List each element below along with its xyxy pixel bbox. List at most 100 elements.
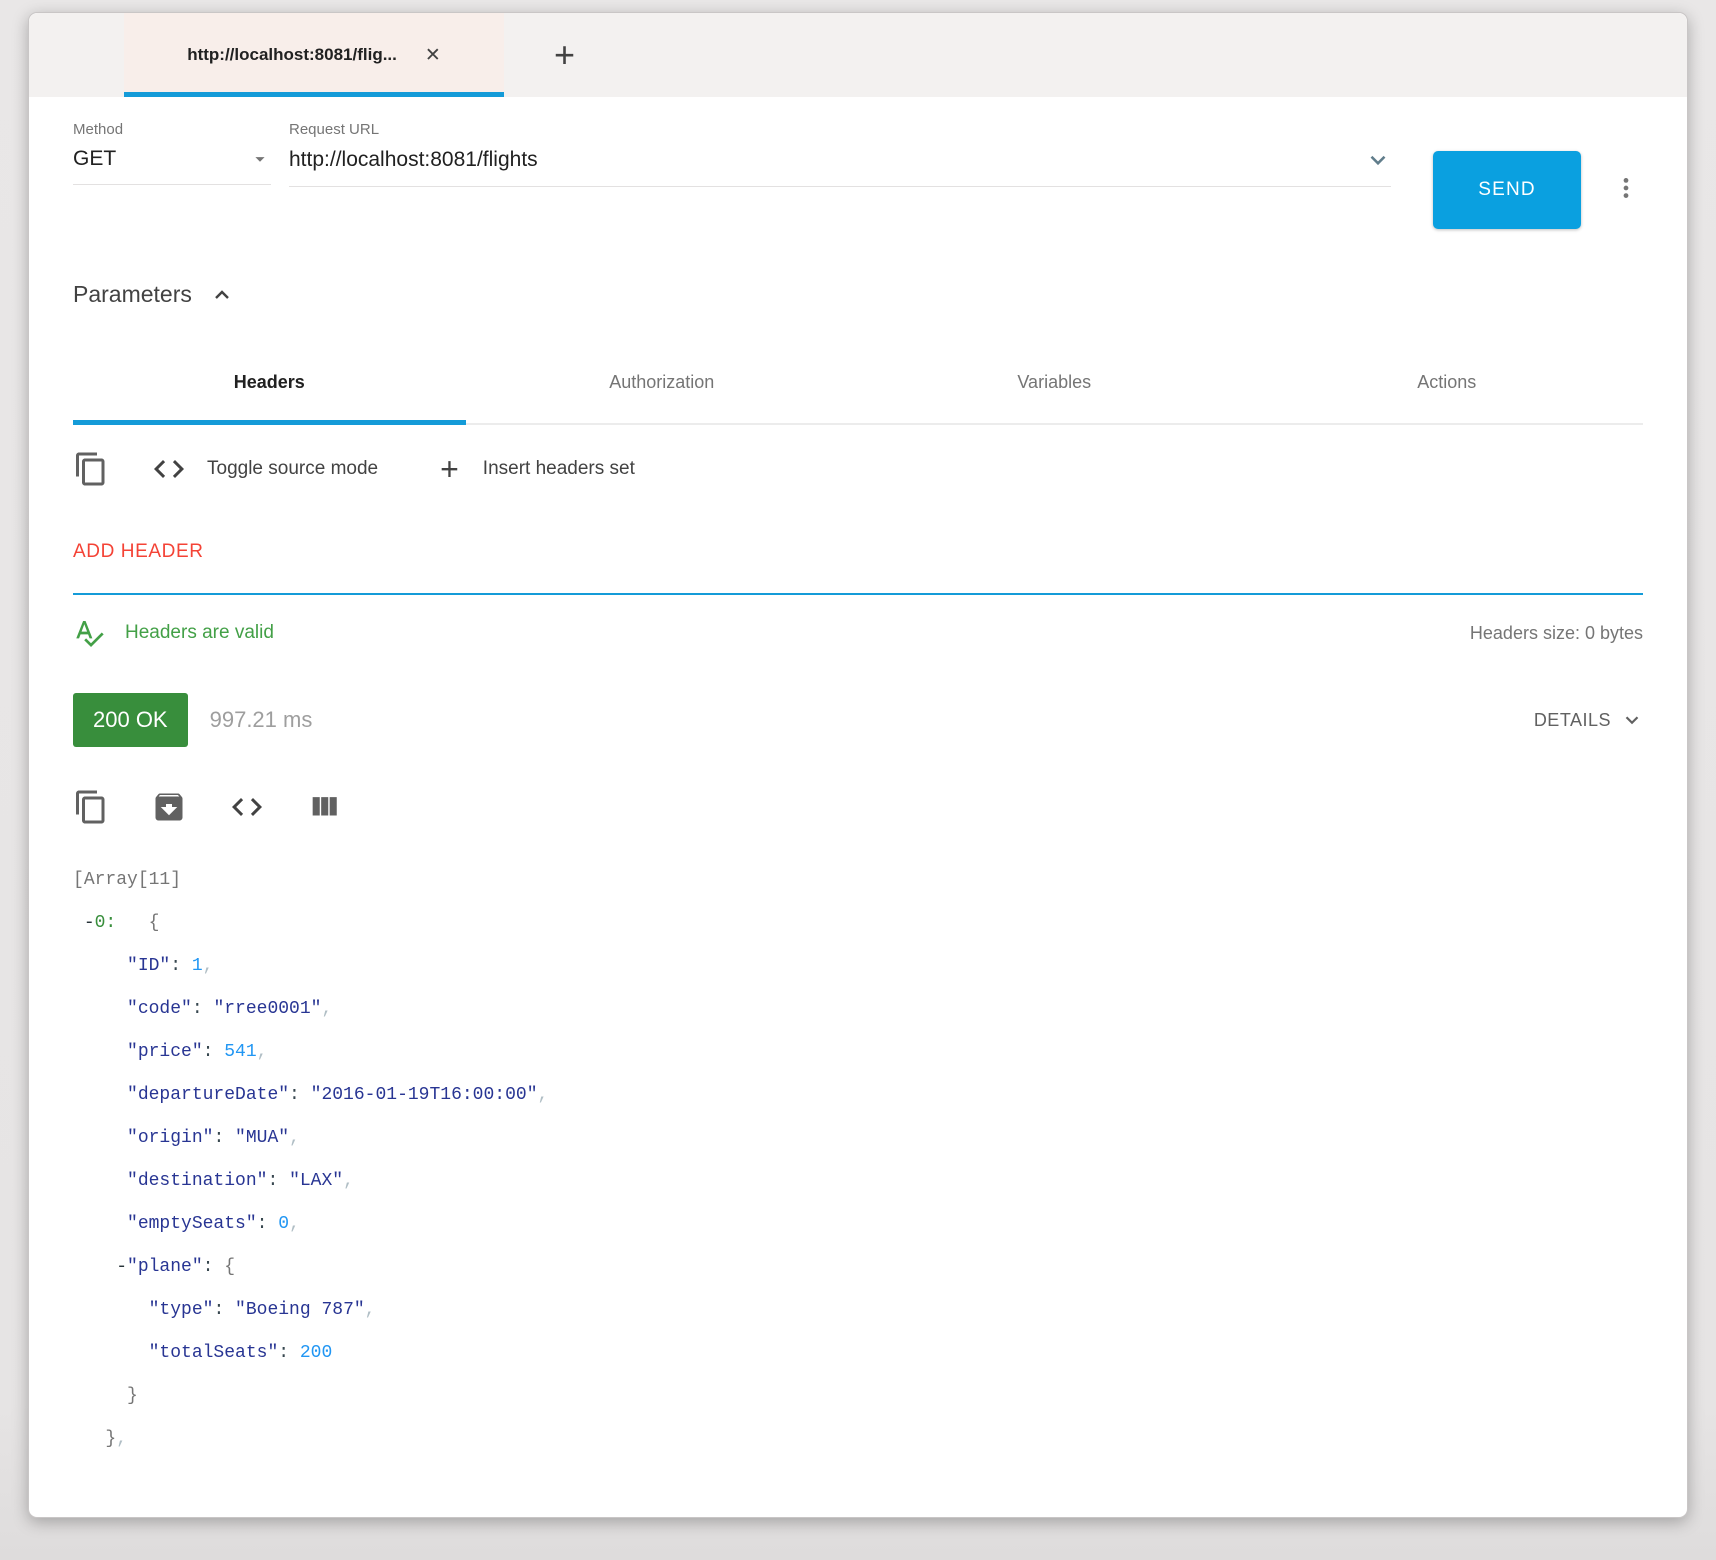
- json-key: "plane": [127, 1257, 203, 1277]
- json-punctuation: {: [149, 913, 160, 933]
- copy-headers-button[interactable]: [73, 451, 109, 487]
- url-label: Request URL: [289, 121, 1391, 138]
- json-collapse-toggle[interactable]: -: [116, 1257, 127, 1277]
- copy-icon: [73, 451, 109, 487]
- response-body: [Array[11] -0: { "ID": 1, "code": "rree0…: [29, 825, 1687, 1473]
- json-punctuation: :: [192, 999, 214, 1019]
- json-punctuation: :: [203, 1257, 225, 1277]
- json-punctuation: ,: [257, 1042, 268, 1062]
- table-view-button[interactable]: [307, 790, 341, 824]
- json-punctuation: [116, 913, 148, 933]
- json-string: "rree0001": [213, 999, 321, 1019]
- json-punctuation: ,: [538, 1085, 549, 1105]
- save-response-button[interactable]: [151, 789, 187, 825]
- parameters-section-header: Parameters: [73, 281, 1643, 308]
- json-key: "destination": [127, 1171, 267, 1191]
- spellcheck-icon: [73, 617, 105, 649]
- json-line: },: [73, 1418, 1643, 1461]
- json-punctuation: Array[11]: [84, 870, 181, 890]
- tab-authorization[interactable]: Authorization: [466, 364, 859, 423]
- request-tab[interactable]: http://localhost:8081/flig... ✕: [124, 13, 504, 97]
- json-punctuation: ,: [343, 1171, 354, 1191]
- json-line: "origin": "MUA",: [73, 1117, 1643, 1160]
- json-key: "ID": [127, 956, 170, 976]
- toggle-source-mode-button[interactable]: Toggle source mode: [151, 451, 378, 487]
- json-punctuation: :: [213, 1128, 235, 1148]
- json-punctuation: {: [224, 1257, 235, 1277]
- json-punctuation: ,: [365, 1300, 376, 1320]
- tab-actions[interactable]: Actions: [1251, 364, 1644, 423]
- json-string: "LAX": [289, 1171, 343, 1191]
- json-punctuation: ,: [203, 956, 214, 976]
- json-line: [Array[11]: [73, 859, 1643, 902]
- tab-title: http://localhost:8081/flig...: [187, 45, 397, 65]
- headers-divider: [73, 593, 1643, 595]
- headers-validation-row: Headers are valid Headers size: 0 bytes: [73, 617, 1643, 649]
- send-button[interactable]: SEND: [1433, 151, 1581, 229]
- chevron-down-icon[interactable]: [1365, 147, 1391, 173]
- details-label: DETAILS: [1534, 710, 1611, 731]
- json-punctuation: :: [170, 956, 192, 976]
- json-punctuation: :: [267, 1171, 289, 1191]
- add-header-button[interactable]: ADD HEADER: [73, 541, 204, 563]
- json-punctuation: [73, 1214, 127, 1234]
- json-punctuation: }: [105, 1429, 116, 1449]
- json-punctuation: ,: [321, 999, 332, 1019]
- json-number: 0: [278, 1214, 289, 1234]
- method-select[interactable]: Method GET: [73, 121, 271, 185]
- close-icon[interactable]: ✕: [425, 46, 441, 65]
- code-icon: [229, 789, 265, 825]
- method-label: Method: [73, 121, 271, 138]
- tab-variables[interactable]: Variables: [858, 364, 1251, 423]
- json-punctuation: :: [278, 1343, 300, 1363]
- json-punctuation: [73, 999, 127, 1019]
- json-string: "Boeing 787": [235, 1300, 365, 1320]
- json-punctuation: [73, 1386, 127, 1406]
- json-line: "price": 541,: [73, 1031, 1643, 1074]
- json-key: "totalSeats": [149, 1343, 279, 1363]
- view-source-button[interactable]: [229, 789, 265, 825]
- columns-icon: [307, 790, 341, 824]
- parameters-title: Parameters: [73, 281, 192, 308]
- url-input[interactable]: Request URL http://localhost:8081/flight…: [289, 121, 1391, 187]
- chevron-down-icon: [1621, 709, 1643, 731]
- kebab-menu-icon: [1613, 175, 1639, 201]
- json-string: "2016-01-19T16:00:00": [311, 1085, 538, 1105]
- json-number: 1: [192, 956, 203, 976]
- code-icon: [151, 451, 187, 487]
- headers-size-text: Headers size: 0 bytes: [1470, 623, 1643, 644]
- json-line: -0: {: [73, 902, 1643, 945]
- json-line: "code": "rree0001",: [73, 988, 1643, 1031]
- json-line: "destination": "LAX",: [73, 1160, 1643, 1203]
- json-array-index: 0:: [95, 913, 117, 933]
- details-button[interactable]: DETAILS: [1534, 709, 1643, 731]
- json-punctuation: [73, 1300, 149, 1320]
- json-punctuation: [73, 1429, 105, 1449]
- json-line: "departureDate": "2016-01-19T16:00:00",: [73, 1074, 1643, 1117]
- json-punctuation: :: [203, 1042, 225, 1062]
- status-badge: 200 OK: [73, 693, 188, 747]
- json-collapse-toggle[interactable]: -: [84, 913, 95, 933]
- insert-headers-set-button[interactable]: + Insert headers set: [440, 453, 635, 485]
- copy-icon: [73, 789, 109, 825]
- json-line: -"plane": {: [73, 1246, 1643, 1289]
- json-key: "code": [127, 999, 192, 1019]
- json-punctuation: :: [213, 1300, 235, 1320]
- json-punctuation: [: [73, 870, 84, 890]
- json-number: 541: [224, 1042, 256, 1062]
- copy-response-button[interactable]: [73, 789, 109, 825]
- dropdown-arrow-icon: [249, 148, 271, 170]
- more-menu-button[interactable]: [1609, 171, 1643, 208]
- json-punctuation: [73, 1257, 116, 1277]
- new-tab-button[interactable]: +: [546, 33, 583, 77]
- tab-headers[interactable]: Headers: [73, 364, 466, 423]
- json-key: "price": [127, 1042, 203, 1062]
- json-punctuation: ,: [289, 1214, 300, 1234]
- json-string: "MUA": [235, 1128, 289, 1148]
- json-punctuation: [73, 1085, 127, 1105]
- download-icon: [151, 789, 187, 825]
- json-punctuation: [73, 1128, 127, 1148]
- url-value: http://localhost:8081/flights: [289, 148, 538, 172]
- chevron-up-icon[interactable]: [210, 283, 234, 307]
- request-row: Method GET Request URL http://localhost:…: [29, 97, 1687, 229]
